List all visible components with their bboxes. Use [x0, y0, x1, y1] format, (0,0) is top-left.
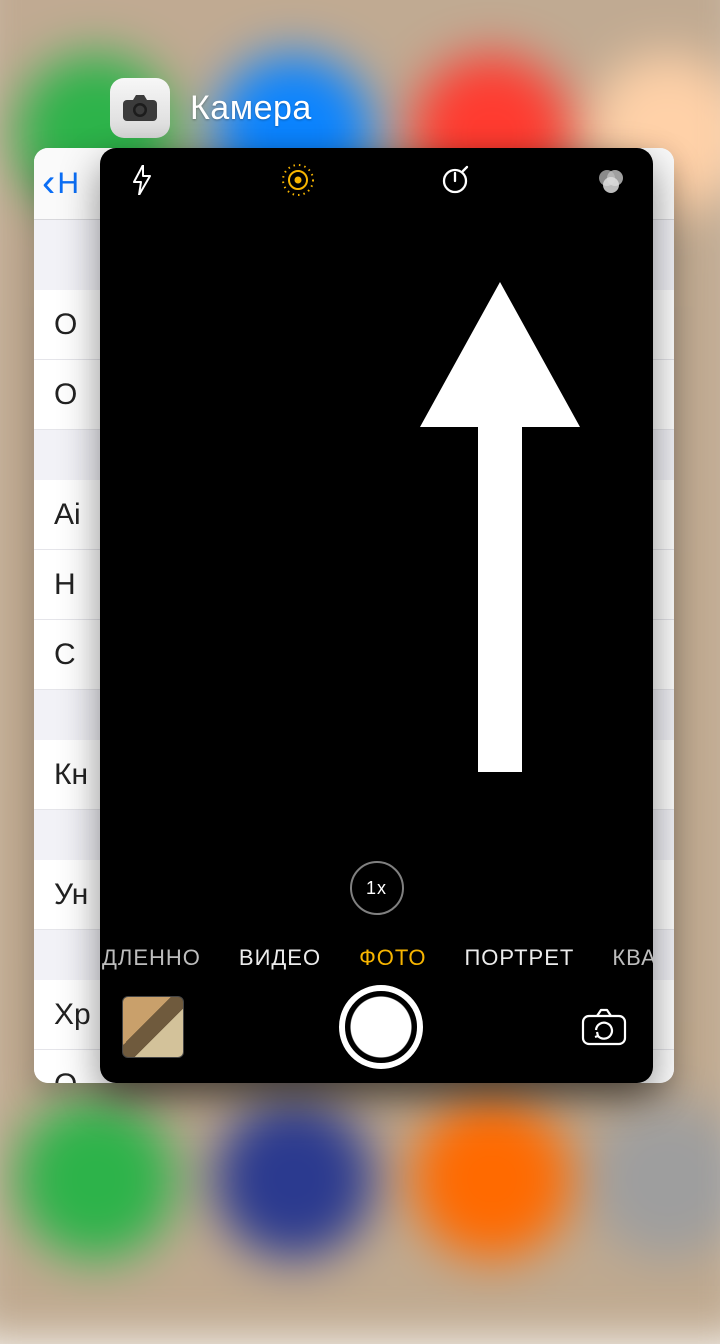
zoom-label: 1x	[366, 878, 387, 899]
live-photo-icon[interactable]	[278, 160, 318, 200]
mode-slowmo[interactable]: ЗАМЕДЛЕННО	[100, 945, 201, 971]
camera-app-card[interactable]: 1x ЗАМЕДЛЕННО ВИДЕО ФОТО ПОРТРЕТ КВАДРАТ	[100, 148, 653, 1083]
switcher-app-header: Камера	[110, 78, 312, 138]
mode-portrait[interactable]: ПОРТРЕТ	[464, 945, 574, 971]
back-label[interactable]: Н	[57, 167, 79, 201]
mode-photo[interactable]: ФОТО	[359, 945, 426, 971]
flip-camera-button[interactable]	[577, 1006, 631, 1048]
zoom-toggle[interactable]: 1x	[350, 861, 404, 915]
camera-app-icon	[110, 78, 170, 138]
filters-icon[interactable]	[591, 160, 631, 200]
camera-viewfinder[interactable]	[100, 212, 653, 844]
camera-top-bar	[100, 148, 653, 212]
mode-square[interactable]: КВАДРАТ	[612, 945, 653, 971]
back-chevron-icon[interactable]: ‹	[42, 161, 55, 206]
camera-bottom-bar	[100, 971, 653, 1083]
switcher-app-title: Камера	[190, 89, 312, 128]
flash-icon[interactable]	[122, 160, 162, 200]
camera-glyph-icon	[122, 94, 158, 122]
last-photo-thumbnail[interactable]	[122, 996, 184, 1058]
timer-icon[interactable]	[435, 160, 475, 200]
camera-mode-row[interactable]: ЗАМЕДЛЕННО ВИДЕО ФОТО ПОРТРЕТ КВАДРАТ	[100, 945, 653, 971]
up-arrow-overlay-icon	[100, 212, 653, 844]
mode-video[interactable]: ВИДЕО	[239, 945, 321, 971]
shutter-button[interactable]	[339, 985, 423, 1069]
